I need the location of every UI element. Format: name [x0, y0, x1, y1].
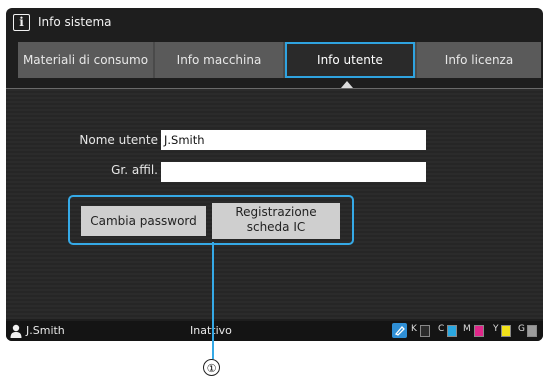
- status-user-name: J.Smith: [26, 324, 65, 337]
- info-icon: i: [13, 14, 30, 31]
- toner-label-k: K: [411, 324, 417, 334]
- callout-marker: ①: [203, 359, 220, 376]
- user-icon: [10, 324, 22, 338]
- toner-level-m: [474, 325, 484, 337]
- window-title: Info sistema: [38, 15, 112, 29]
- toner-level-c: [447, 325, 457, 337]
- group-field[interactable]: [161, 162, 426, 182]
- system-info-screen: i Info sistema Materiali di consumo Info…: [6, 8, 543, 341]
- toner-label-c: C: [438, 324, 445, 334]
- tab-info-licenza[interactable]: Info licenza: [417, 42, 541, 78]
- toner-level-k: [420, 325, 430, 337]
- change-password-button[interactable]: Cambia password: [81, 206, 206, 236]
- toner-label-m: M: [463, 324, 471, 334]
- toner-level-y: [501, 325, 511, 337]
- group-label: Gr. affil.: [111, 163, 158, 177]
- status-state: Inattivo: [190, 324, 232, 337]
- user-name-field[interactable]: J.Smith: [161, 130, 426, 150]
- tab-materiali-di-consumo[interactable]: Materiali di consumo: [18, 42, 153, 78]
- title-bar: i Info sistema: [6, 8, 543, 38]
- tab-info-utente[interactable]: Info utente: [285, 42, 415, 78]
- toner-status-icon[interactable]: [392, 323, 407, 338]
- status-bar: J.Smith Inattivo K C M Y G: [6, 321, 543, 341]
- user-name-label: Nome utente: [79, 133, 158, 147]
- ic-card-registration-button[interactable]: Registrazione scheda IC: [212, 203, 340, 239]
- button-group-highlight: Cambia password Registrazione scheda IC: [68, 195, 354, 245]
- ic-card-label-line1: Registrazione: [235, 205, 317, 219]
- callout-line: [212, 242, 214, 359]
- ic-card-label-line2: scheda IC: [246, 220, 306, 234]
- active-tab-indicator: [341, 81, 353, 88]
- tab-bar: Materiali di consumo Info macchina Info …: [18, 42, 541, 78]
- toner-label-y: Y: [493, 324, 499, 334]
- toner-label-g: G: [518, 324, 525, 334]
- toner-level-g: [527, 325, 537, 337]
- tab-info-macchina[interactable]: Info macchina: [155, 42, 283, 78]
